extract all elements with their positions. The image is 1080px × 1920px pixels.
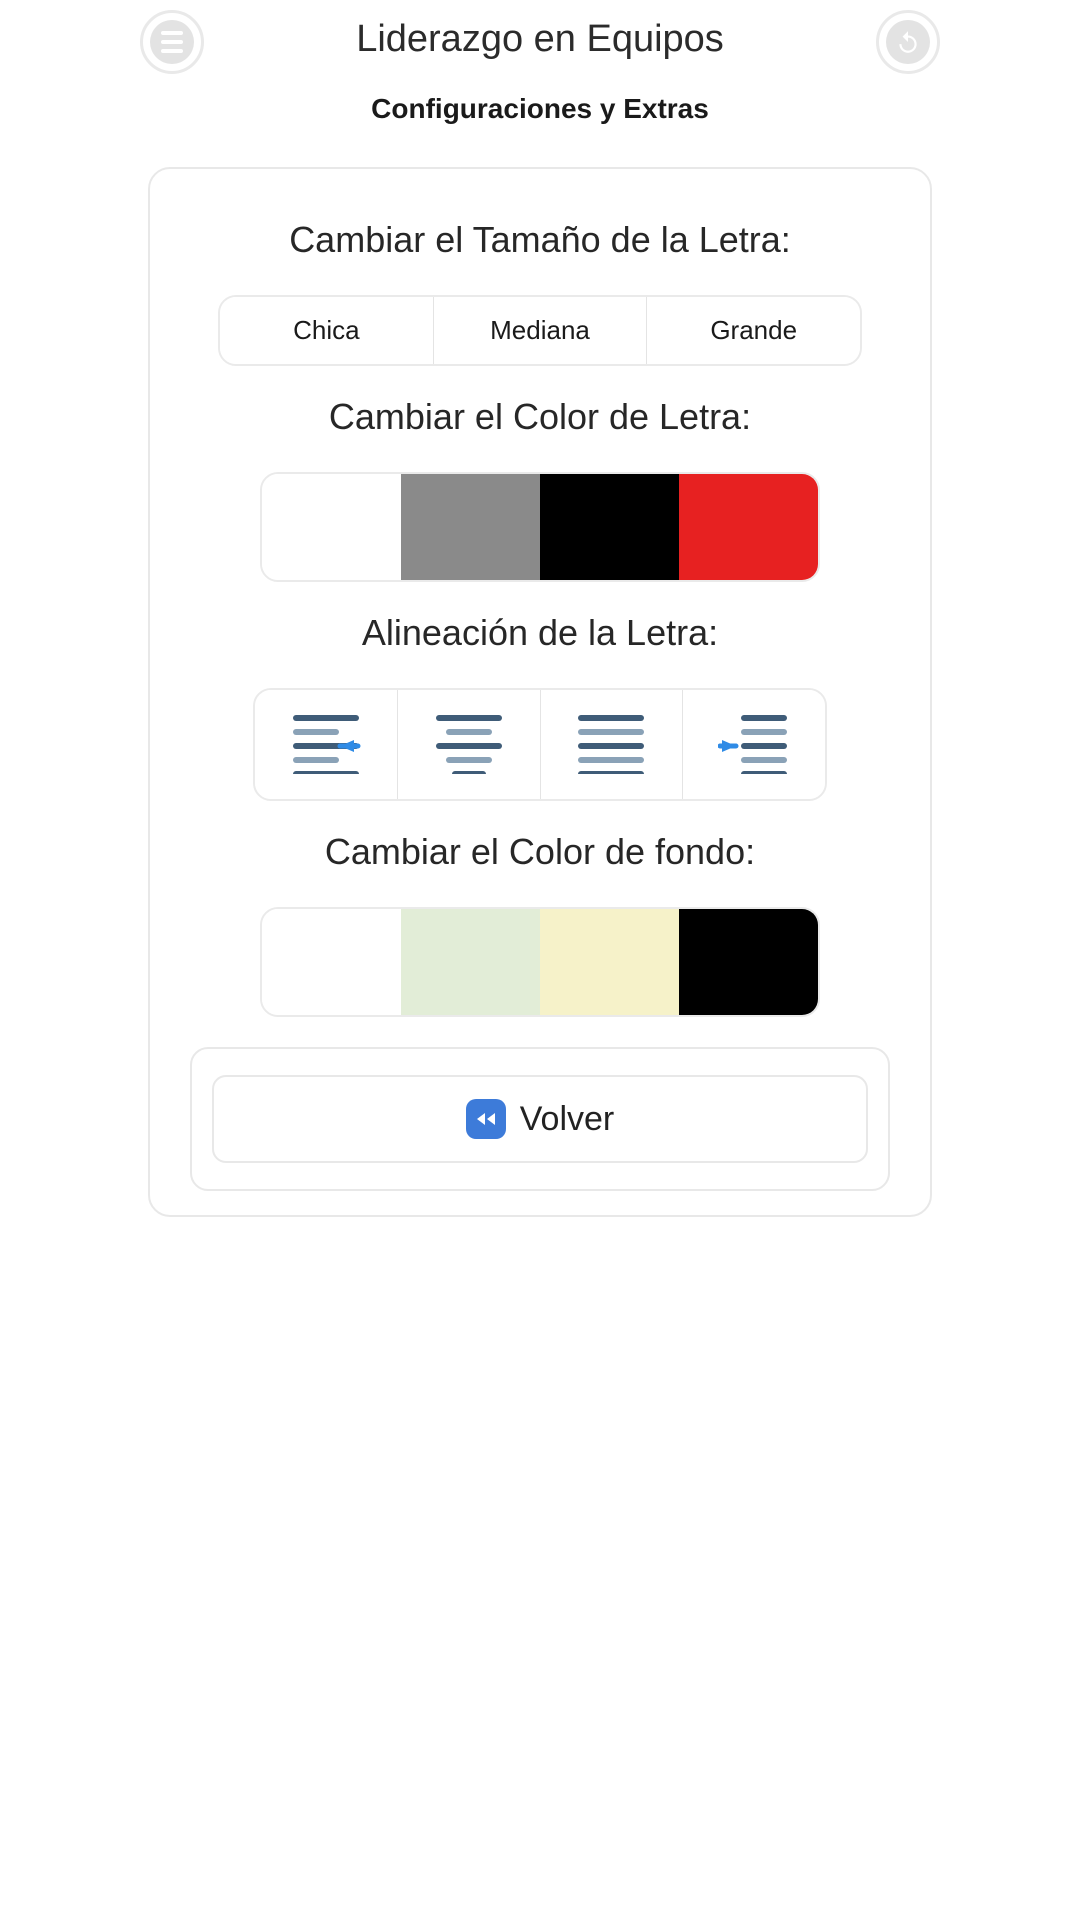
alignment-segmented [253,688,827,801]
align-center-icon [433,710,505,779]
align-center-button[interactable] [398,690,541,799]
back-button[interactable]: Volver [212,1075,868,1163]
footer-card: Volver [190,1047,890,1191]
font-size-segmented: Chica Mediana Grande [218,295,862,366]
bg-color-cream[interactable] [540,909,679,1015]
font-color-black[interactable] [540,474,679,580]
settings-card: Cambiar el Tamaño de la Letra: Chica Med… [148,167,932,1217]
undo-icon [886,20,930,64]
align-justify-button[interactable] [541,690,684,799]
page-title: Liderazgo en Equipos [130,18,950,61]
font-color-gray[interactable] [401,474,540,580]
align-indent-right-icon [718,710,790,779]
rewind-icon [466,1099,506,1139]
align-justify-icon [575,710,647,779]
font-size-large[interactable]: Grande [647,297,860,364]
font-size-heading: Cambiar el Tamaño de la Letra: [190,219,890,261]
alignment-heading: Alineación de la Letra: [190,612,890,654]
font-color-heading: Cambiar el Color de Letra: [190,396,890,438]
back-round-button[interactable] [876,10,940,74]
font-color-white[interactable] [262,474,401,580]
menu-icon [150,20,194,64]
menu-button[interactable] [140,10,204,74]
bg-color-heading: Cambiar el Color de fondo: [190,831,890,873]
font-color-swatches [260,472,820,582]
bg-color-swatches [260,907,820,1017]
align-indent-left-icon [290,710,362,779]
bg-color-black[interactable] [679,909,818,1015]
page-subtitle: Configuraciones y Extras [130,93,950,125]
align-indent-button[interactable] [683,690,825,799]
back-button-label: Volver [520,1100,615,1139]
bg-color-green[interactable] [401,909,540,1015]
align-outdent-button[interactable] [255,690,398,799]
header: Liderazgo en Equipos Configuraciones y E… [130,0,950,125]
font-size-medium[interactable]: Mediana [434,297,648,364]
bg-color-white[interactable] [262,909,401,1015]
font-size-small[interactable]: Chica [220,297,434,364]
font-color-red[interactable] [679,474,818,580]
